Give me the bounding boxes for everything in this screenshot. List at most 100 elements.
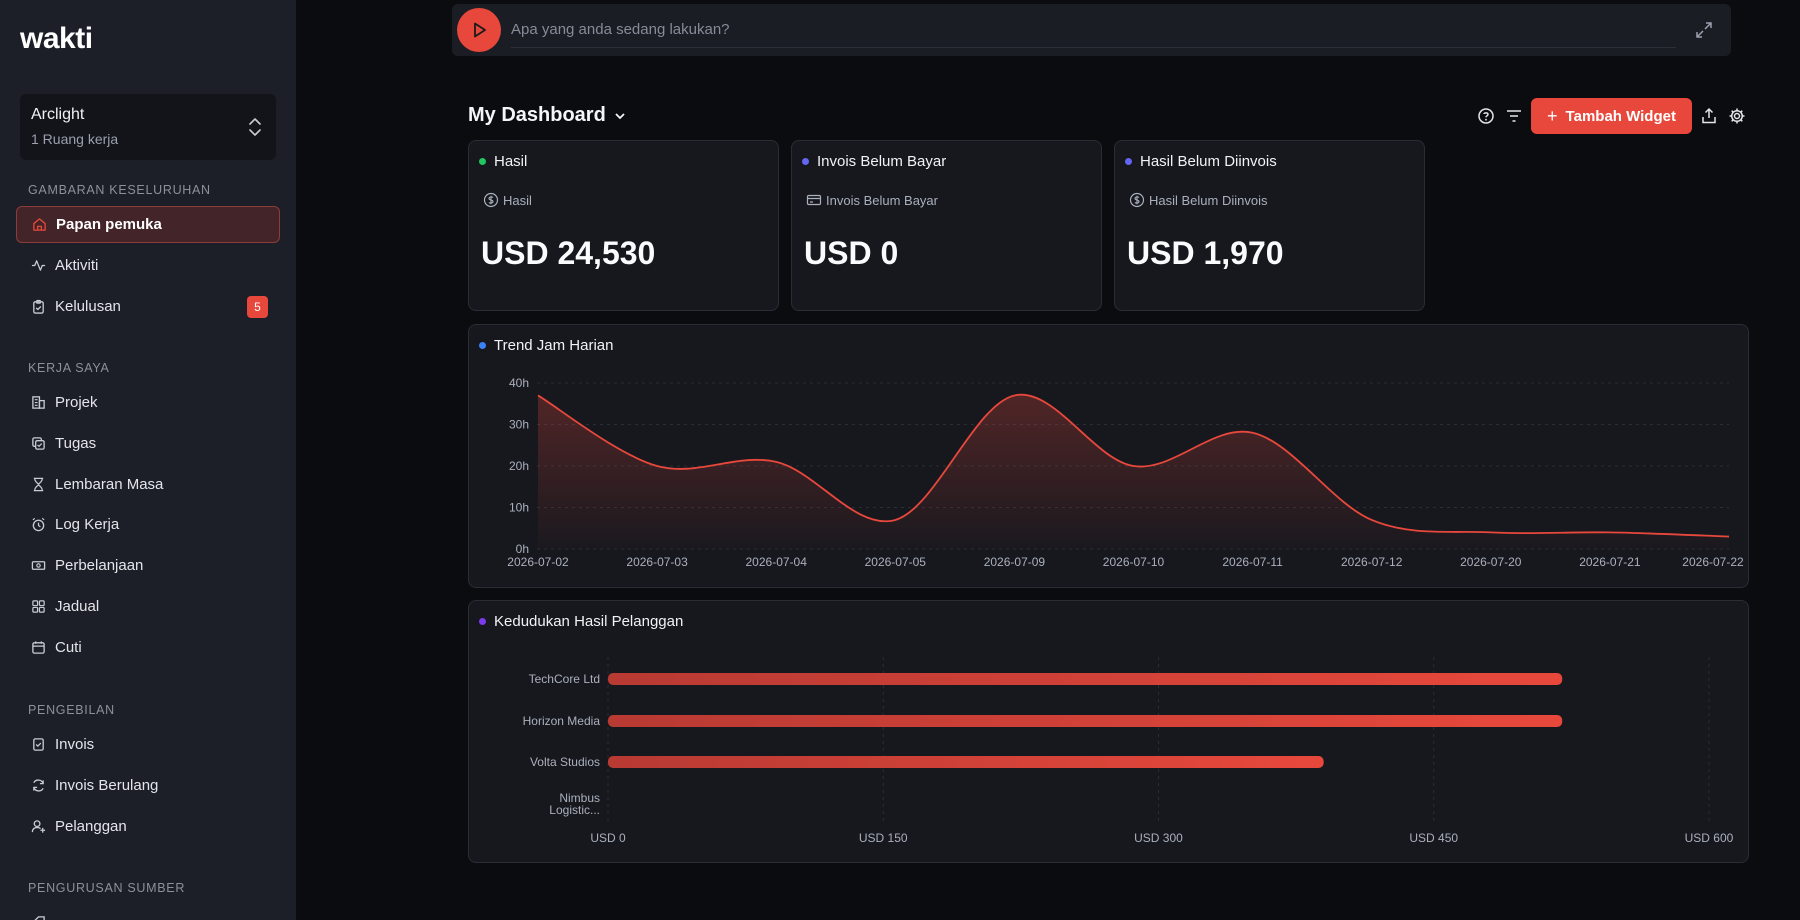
sidebar-item-label: Perbelanjaan xyxy=(55,557,144,574)
sidebar-item-label: Aktiviti xyxy=(55,257,99,274)
user-plus-icon xyxy=(30,818,47,835)
y-tick-label: Nimbus Logistic... xyxy=(549,791,600,817)
client-revenue-bar[interactable] xyxy=(608,756,1324,768)
sidebar-item-projects[interactable]: Projek xyxy=(16,384,280,421)
client-revenue-bar[interactable] xyxy=(608,715,1563,727)
card-title: Hasil Belum Diinvois xyxy=(1125,153,1277,170)
app-logo[interactable]: wakti xyxy=(20,22,93,56)
sidebar-item-clients[interactable]: Pelanggan xyxy=(16,808,280,845)
y-tick-label: 30h xyxy=(509,418,529,432)
section-label-billing: PENGEBILAN xyxy=(28,703,115,717)
hourglass-icon xyxy=(30,476,47,493)
workspace-name: Arclight xyxy=(31,106,85,123)
sidebar-item-tasks[interactable]: Tugas xyxy=(16,425,280,462)
stat-card-uninvoiced-revenue[interactable]: Hasil Belum Diinvois Hasil Belum Diinvoi… xyxy=(1114,140,1425,311)
refresh-icon xyxy=(30,777,47,794)
activity-input[interactable] xyxy=(511,18,1676,48)
x-tick-label: 2026-07-10 xyxy=(1103,555,1165,569)
plus-icon: + xyxy=(1547,105,1558,126)
start-timer-button[interactable] xyxy=(457,8,501,52)
client-revenue-bar[interactable] xyxy=(608,673,1563,685)
sidebar-item-invoices[interactable]: Invois xyxy=(16,726,280,763)
activity-icon xyxy=(30,257,47,274)
sidebar-item-leave[interactable]: Cuti xyxy=(16,629,280,666)
filter-icon[interactable] xyxy=(1505,107,1523,125)
sidebar-item-dashboard[interactable]: Papan pemuka xyxy=(16,206,280,243)
sidebar-item-approvals[interactable]: Kelulusan 5 xyxy=(16,288,280,325)
sidebar-item-timesheets[interactable]: Lembaran Masa xyxy=(16,466,280,503)
page-title: My Dashboard xyxy=(468,104,606,126)
x-tick-label: 2026-07-21 xyxy=(1579,555,1641,569)
card-title: Hasil xyxy=(479,153,527,170)
x-tick-label: 2026-07-05 xyxy=(865,555,927,569)
trend-area xyxy=(538,394,1729,549)
status-dot xyxy=(802,158,809,165)
add-widget-label: Tambah Widget xyxy=(1565,107,1676,125)
sidebar-item-label: Invois xyxy=(55,736,95,753)
sidebar-item-label: Lembaran Masa xyxy=(55,476,164,493)
x-tick-label: 2026-07-11 xyxy=(1222,555,1283,569)
sidebar-item-recurring-invoices[interactable]: Invois Berulang xyxy=(16,767,280,804)
chevron-down-icon xyxy=(615,112,625,119)
section-label-overview: GAMBARAN KESELURUHAN xyxy=(28,183,211,197)
expand-icon[interactable] xyxy=(1695,21,1713,39)
sidebar-item-work-log[interactable]: Log Kerja xyxy=(16,506,280,543)
card-title-text: Invois Belum Bayar xyxy=(817,153,947,170)
x-tick-label: USD 0 xyxy=(590,831,626,845)
daily-hours-trend-chart: 0h 10h 20h 30h 40h 2026-07-02 2026-07-03 2026-0… xyxy=(507,376,1744,569)
x-tick-label: 2026-07-09 xyxy=(984,555,1046,569)
approvals-count-badge: 5 xyxy=(247,296,268,318)
dashboard-selector[interactable]: My Dashboard xyxy=(468,104,626,127)
x-tick-label: 2026-07-12 xyxy=(1341,555,1403,569)
dollar-circle-icon xyxy=(1129,192,1145,208)
invoice-icon xyxy=(30,736,47,753)
card-subtitle-text: Hasil Belum Diinvois xyxy=(1149,192,1268,208)
gear-icon[interactable] xyxy=(1728,107,1746,125)
clipboard-check-icon xyxy=(30,298,47,315)
stat-card-revenue[interactable]: Hasil Hasil USD 24,530 xyxy=(468,140,779,311)
card-title: Invois Belum Bayar xyxy=(802,153,946,170)
alarm-clock-icon xyxy=(30,516,47,533)
section-label-my-work: KERJA SAYA xyxy=(28,361,110,375)
sidebar-item-activity[interactable]: Aktiviti xyxy=(16,247,280,284)
sidebar-item-label: Projek xyxy=(55,394,98,411)
card-subtitle-text: Hasil xyxy=(503,192,532,208)
stat-card-unpaid-invoices[interactable]: Invois Belum Bayar Invois Belum Bayar US… xyxy=(791,140,1102,311)
help-icon[interactable] xyxy=(1477,107,1495,125)
play-icon xyxy=(474,22,486,38)
export-icon[interactable] xyxy=(1700,107,1718,125)
sidebar-item-label: Log Kerja xyxy=(55,516,120,533)
sidebar-item-label: Pelanggan xyxy=(55,818,127,835)
x-tick-label: 2026-07-20 xyxy=(1460,555,1522,569)
banknote-icon xyxy=(30,557,47,574)
building-icon xyxy=(30,394,47,411)
home-icon xyxy=(31,216,48,233)
sidebar-item-partial[interactable] xyxy=(16,904,280,920)
x-tick-label: USD 300 xyxy=(1134,831,1183,845)
add-widget-button[interactable]: + Tambah Widget xyxy=(1531,98,1692,134)
x-tick-label: USD 450 xyxy=(1409,831,1458,845)
stat-value: USD 1,970 xyxy=(1127,235,1284,271)
x-tick-label: 2026-07-02 xyxy=(507,555,569,569)
y-tick-label: 20h xyxy=(509,459,529,473)
x-tick-label: USD 600 xyxy=(1685,831,1734,845)
workspace-switcher[interactable]: Arclight 1 Ruang kerja xyxy=(20,94,276,160)
card-subtitle-text: Invois Belum Bayar xyxy=(826,192,938,208)
status-dot xyxy=(1125,158,1132,165)
card-subtitle: Hasil xyxy=(483,192,532,208)
card-title-text: Hasil xyxy=(494,153,528,170)
sidebar-item-label: Jadual xyxy=(55,598,100,615)
sidebar-item-label: Kelulusan xyxy=(55,298,121,315)
card-subtitle: Invois Belum Bayar xyxy=(806,192,938,208)
tasks-icon xyxy=(30,435,47,452)
x-tick-label: 2026-07-03 xyxy=(626,555,688,569)
grid-icon xyxy=(30,598,47,615)
sidebar-item-expenses[interactable]: Perbelanjaan xyxy=(16,547,280,584)
sidebar-item-schedule[interactable]: Jadual xyxy=(16,588,280,625)
sidebar-item-label: Papan pemuka xyxy=(56,216,162,233)
tag-icon xyxy=(30,914,47,920)
client-revenue-ranking-chart: USD 0 USD 150 USD 300 USD 450 USD 600 TechCor… xyxy=(523,657,1734,845)
y-tick-label: TechCore Ltd xyxy=(529,672,600,686)
y-tick-label: 0h xyxy=(516,542,529,556)
sidebar-item-label: Invois Berulang xyxy=(55,777,159,794)
